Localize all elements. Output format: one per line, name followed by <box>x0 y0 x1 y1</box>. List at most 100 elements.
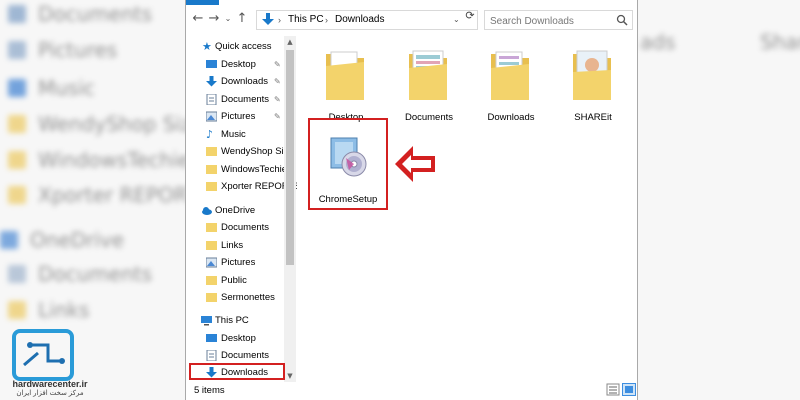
ribbon-tabs <box>186 0 637 5</box>
document-icon <box>206 350 217 361</box>
computer-icon <box>201 316 212 326</box>
cloud-icon <box>202 207 212 215</box>
document-icon <box>8 265 26 283</box>
chevron-right-icon: › <box>325 15 328 25</box>
folder-tile-shareit[interactable]: SHAREit <box>555 40 631 123</box>
search-box <box>484 10 633 31</box>
address-bar[interactable]: › This PC › Downloads ⌄ <box>256 10 478 30</box>
bg-item: Pictures <box>8 38 117 62</box>
folder-icon <box>8 301 26 319</box>
nav-label: WendyShop Size <box>221 146 294 157</box>
document-icon <box>8 5 26 23</box>
nav-item-windowstechies[interactable]: WindowsTechies <box>186 161 292 178</box>
bg-item: Documents <box>8 2 152 26</box>
tab-file[interactable] <box>186 0 219 5</box>
chevron-down-icon[interactable]: ⌄ <box>453 11 460 29</box>
content-pane: Desktop Documents Downloads SHAREit Chro… <box>298 36 638 382</box>
nav-label: Sermonettes <box>221 292 275 303</box>
chevron-right-icon: › <box>278 15 281 25</box>
nav-onedrive[interactable]: OneDrive <box>186 202 286 219</box>
file-tile-chromesetup[interactable]: ChromeSetup <box>308 118 388 210</box>
pin-icon[interactable]: ✎ <box>274 108 281 125</box>
folder-icon <box>206 241 217 250</box>
item-count: 5 items <box>194 385 225 396</box>
bg-item: WindowsTechie <box>8 148 190 172</box>
nav-this-pc[interactable]: This PC <box>186 312 286 329</box>
bg-item: OneDrive <box>0 228 124 252</box>
breadcrumb-downloads[interactable]: Downloads <box>335 11 384 29</box>
folder-icon <box>206 182 217 191</box>
pictures-icon <box>8 41 26 59</box>
nav-quick-access[interactable]: ★ Quick access <box>186 38 286 55</box>
folder-icon <box>573 50 611 100</box>
scroll-up-icon[interactable]: ▲ <box>284 36 296 48</box>
nav-label: Documents <box>221 350 270 361</box>
large-icons-view-icon[interactable] <box>622 383 636 396</box>
back-button[interactable]: ← <box>190 10 206 28</box>
desktop-icon <box>206 334 217 342</box>
nav-item-documents[interactable]: Documents ✎ <box>186 91 286 108</box>
bg-item: Xporter REPORT <box>8 183 199 207</box>
folder-icon <box>206 223 217 232</box>
nav-item-od-sermonettes[interactable]: Sermonettes <box>186 289 286 306</box>
pin-icon[interactable]: ✎ <box>274 73 281 90</box>
nav-label: Documents <box>221 94 270 105</box>
nav-item-desktop[interactable]: Desktop ✎ <box>186 56 286 73</box>
folder-icon <box>206 147 217 156</box>
nav-label: Pictures <box>221 257 256 268</box>
nav-item-downloads[interactable]: Downloads ✎ <box>186 73 286 90</box>
navigation-pane: ★ Quick access Desktop ✎ Downloads ✎ Doc… <box>186 36 297 382</box>
nav-item-wendyshop[interactable]: WendyShop Size <box>186 143 294 160</box>
folder-tile-downloads[interactable]: Downloads <box>473 40 549 123</box>
tile-label: Documents <box>404 112 454 123</box>
explorer-window: ← → ⌄ ↑ › This PC › Downloads ⌄ ⟳ ★ <box>185 0 638 400</box>
pictures-icon <box>206 111 217 122</box>
downloads-icon <box>206 76 217 87</box>
nav-item-od-public[interactable]: Public <box>186 272 286 289</box>
logo-subtitle-text: مرکز سخت افزار ایران <box>16 390 84 397</box>
logo-domain-text: hardwarecenter.ir <box>12 379 88 389</box>
nav-item-od-links[interactable]: Links <box>186 237 286 254</box>
folder-icon <box>8 151 26 169</box>
nav-label: WindowsTechies <box>221 164 292 175</box>
bg-item: ShareIt <box>760 30 800 54</box>
search-icon[interactable] <box>616 14 628 26</box>
folder-icon <box>491 51 529 100</box>
refresh-button[interactable]: ⟳ <box>462 7 478 25</box>
nav-label: Downloads <box>221 76 268 87</box>
pin-icon[interactable]: ✎ <box>274 56 281 73</box>
folder-icon <box>206 276 217 285</box>
folder-icon <box>8 115 26 133</box>
music-icon: ♪ <box>206 128 214 141</box>
nav-item-od-pictures[interactable]: Pictures <box>186 254 286 271</box>
nav-item-od-documents[interactable]: Documents <box>186 219 286 236</box>
folder-tile-desktop[interactable]: Desktop <box>308 40 384 123</box>
downloads-icon <box>262 13 274 25</box>
bg-item: ads <box>640 30 676 54</box>
nav-item-pictures[interactable]: Pictures ✎ <box>186 108 286 125</box>
details-view-icon[interactable] <box>606 383 620 396</box>
nav-label: OneDrive <box>215 205 256 216</box>
search-input[interactable] <box>485 12 605 31</box>
folder-icon <box>326 51 364 100</box>
document-icon <box>206 94 217 105</box>
folder-icon <box>206 165 217 174</box>
nav-label: This PC <box>215 315 249 326</box>
pin-icon[interactable]: ✎ <box>274 91 281 108</box>
up-button[interactable]: ↑ <box>234 10 250 28</box>
scroll-thumb[interactable] <box>286 50 294 265</box>
nav-item-pc-documents[interactable]: Documents <box>186 347 286 364</box>
folder-icon <box>409 50 447 100</box>
nav-item-xporter[interactable]: Xporter REPORTS <box>186 178 297 195</box>
red-arrow-icon <box>395 146 435 182</box>
nav-scrollbar[interactable]: ▲ ▼ <box>284 36 296 382</box>
bg-item: WendyShop Siz <box>8 112 192 136</box>
music-icon <box>8 79 26 97</box>
scroll-down-icon[interactable]: ▼ <box>284 370 296 382</box>
folder-tile-documents[interactable]: Documents <box>391 40 467 123</box>
cloud-icon <box>0 231 18 249</box>
star-icon: ★ <box>202 40 212 53</box>
nav-item-music[interactable]: ♪ Music <box>186 126 286 143</box>
breadcrumb-this-pc[interactable]: This PC <box>288 11 324 29</box>
nav-item-pc-desktop[interactable]: Desktop <box>186 330 286 347</box>
